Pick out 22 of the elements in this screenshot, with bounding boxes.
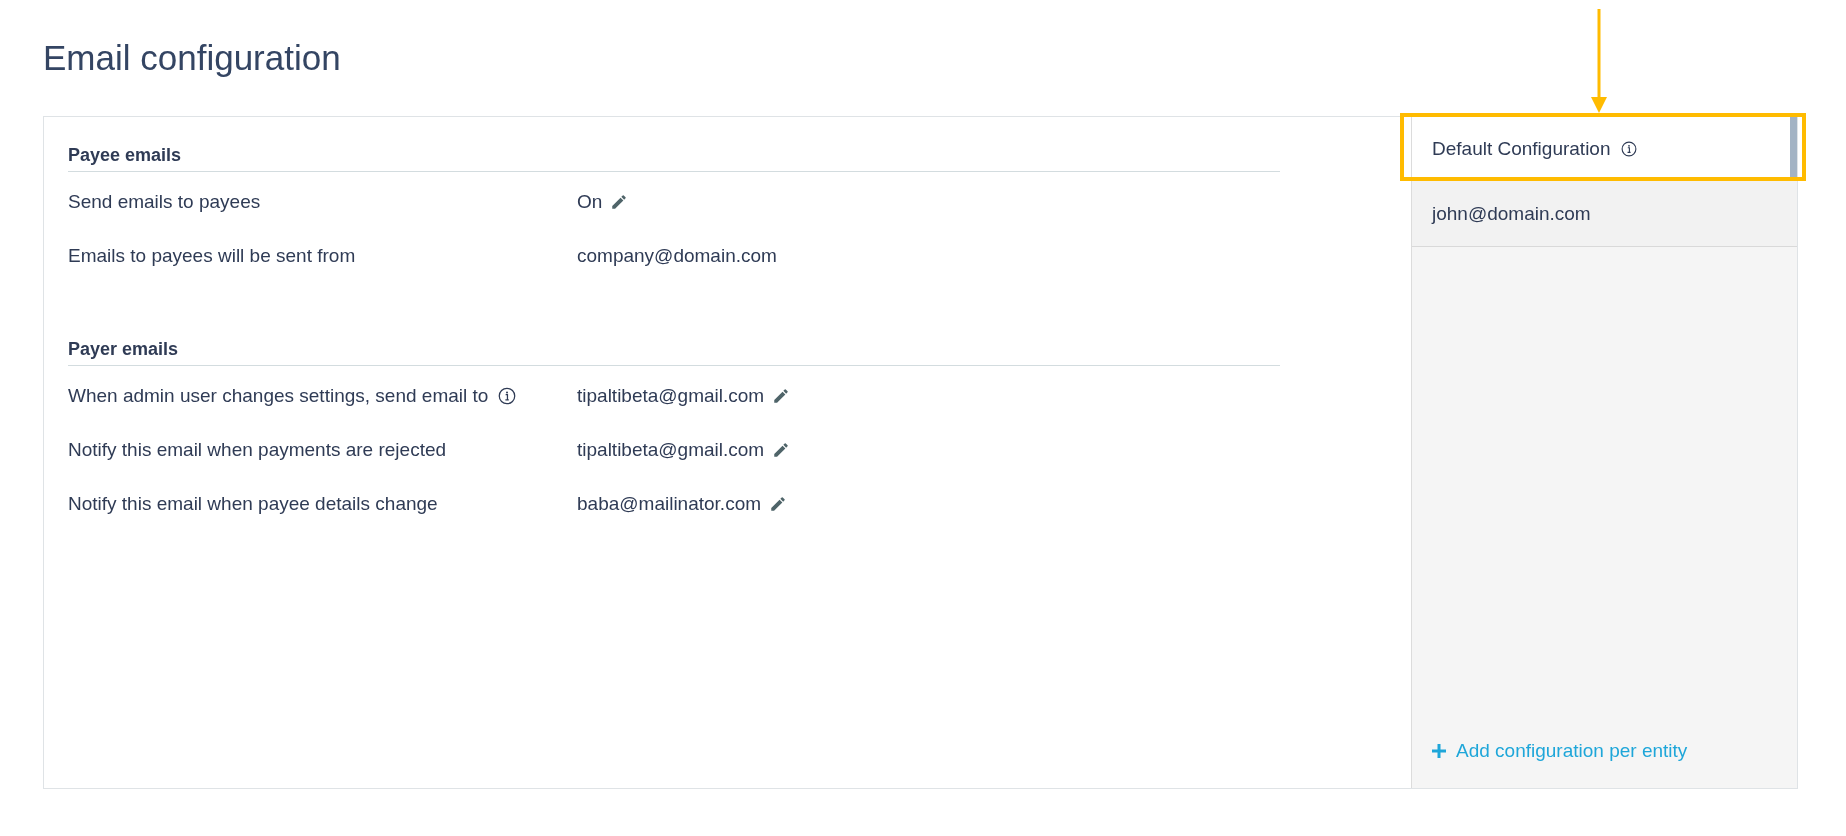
plus-icon (1432, 744, 1446, 758)
setting-value: tipaltibeta@gmail.com (577, 439, 765, 461)
setting-value: tipaltibeta@gmail.com (577, 385, 765, 407)
info-icon[interactable] (498, 387, 517, 405)
setting-value: baba@mailinator.com (577, 493, 762, 515)
setting-value: company@domain.com (577, 245, 777, 267)
pencil-icon[interactable] (772, 441, 791, 459)
page-title: Email configuration (43, 37, 342, 79)
configuration-label: Default Configuration (1432, 138, 1611, 160)
setting-label: Notify this email when payments are rejected (68, 439, 447, 461)
configuration-label: john@domain.com (1432, 202, 1591, 225)
section-heading: Payer emails (68, 337, 1280, 366)
setting-label: Send emails to payees (68, 191, 261, 213)
pencil-icon[interactable] (610, 193, 629, 211)
info-icon[interactable] (1620, 141, 1637, 157)
setting-label: Emails to payees will be sent from (68, 245, 356, 267)
setting-label: When admin user changes settings, send email to (68, 385, 489, 407)
setting-label: Notify this email when payee details change (68, 493, 438, 515)
section-heading: Payee emails (68, 143, 1280, 172)
pencil-icon[interactable] (772, 387, 791, 405)
setting-value: On (577, 191, 603, 213)
pencil-icon[interactable] (769, 495, 788, 513)
